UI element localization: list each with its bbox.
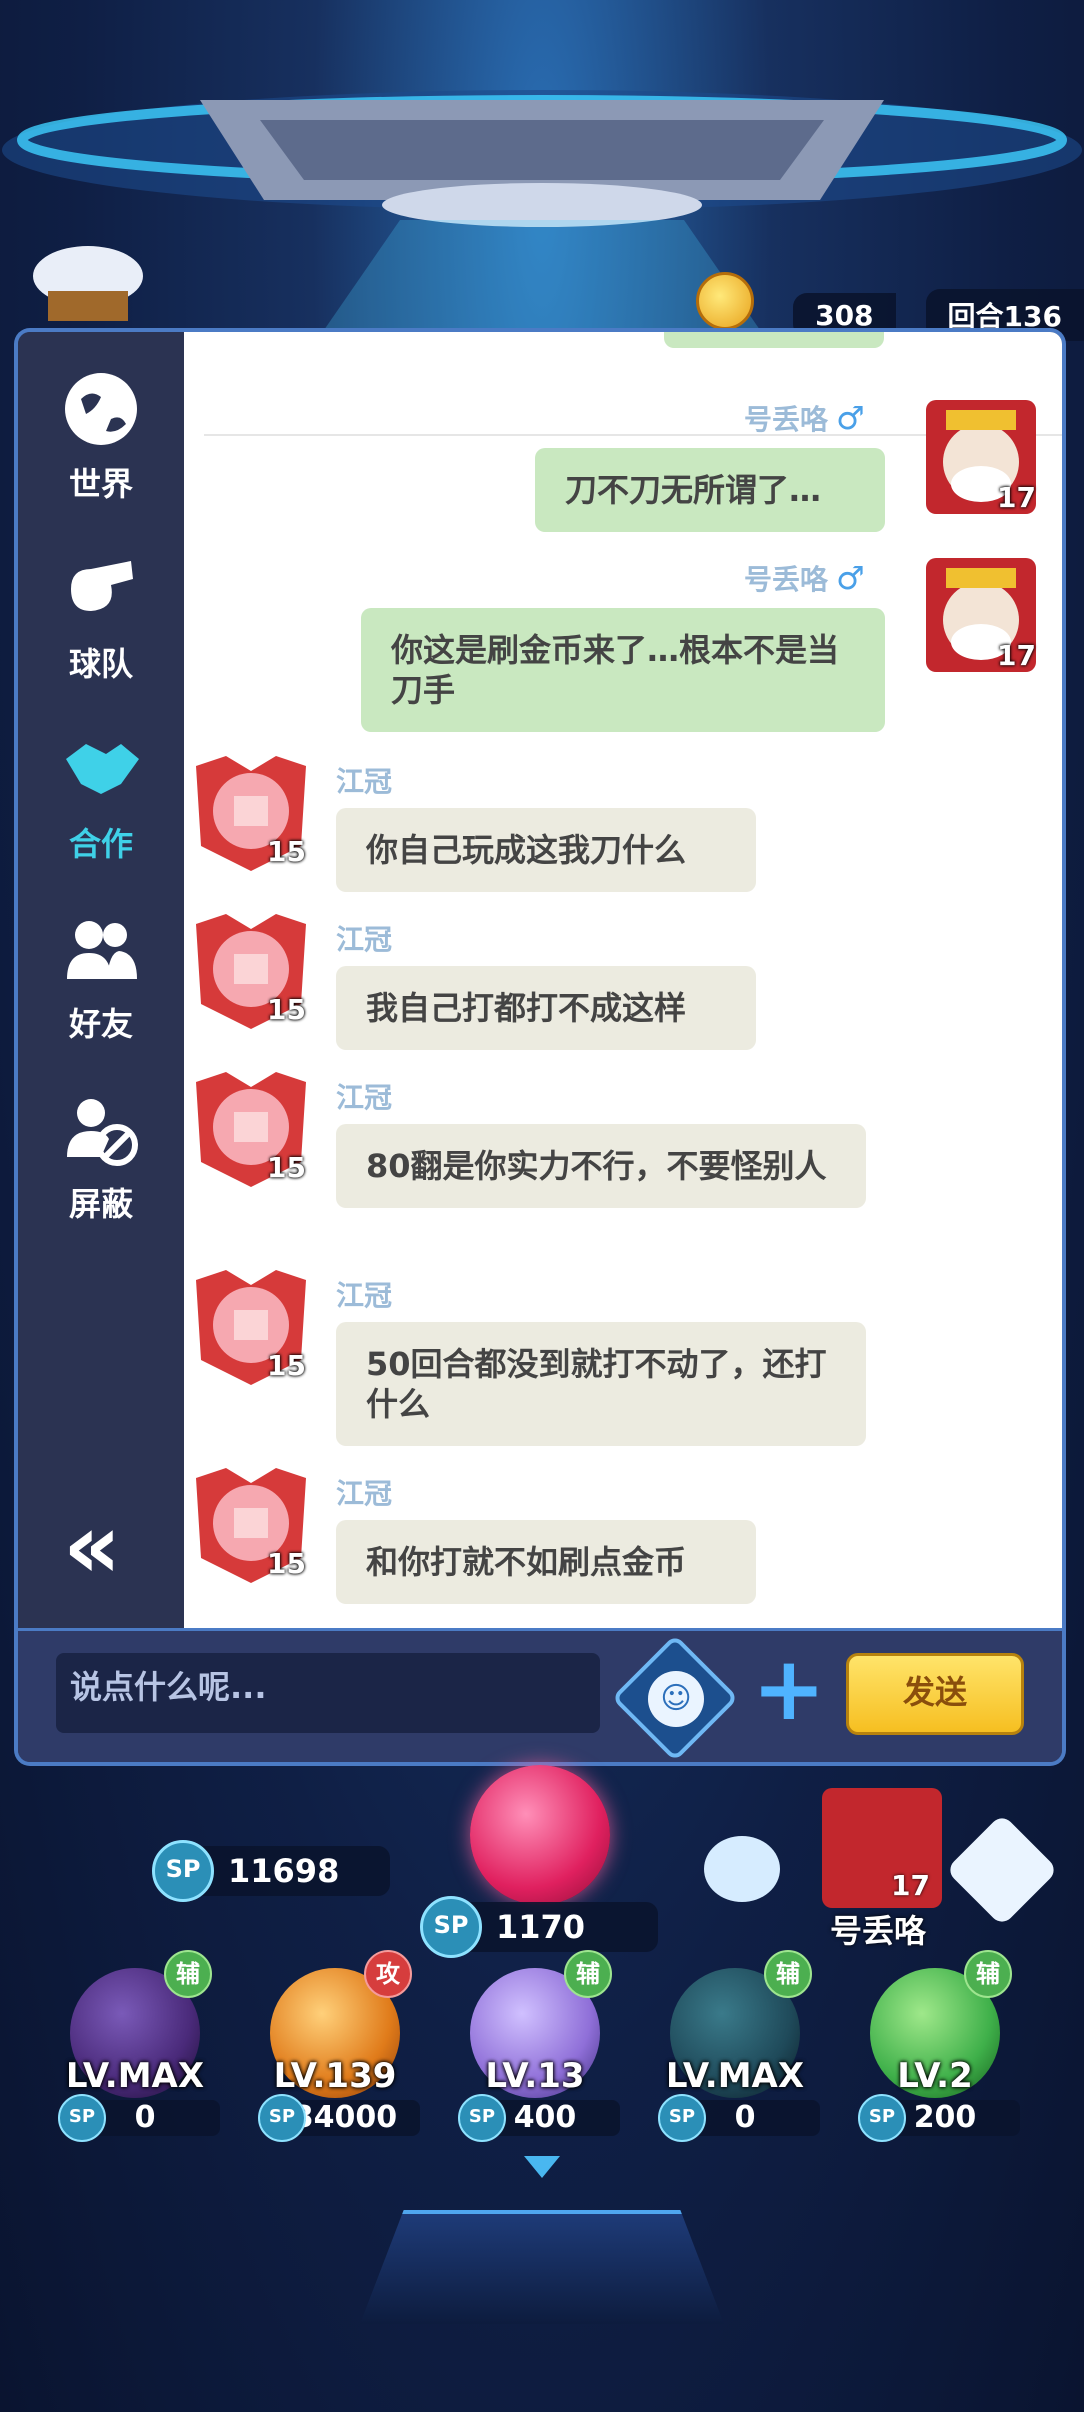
sidebar-item-friends[interactable]: 好友 [18,892,184,1062]
sender-name: 号丢咯 ♂ [744,399,865,437]
message-bubble: 和你打就不如刷点金币 [336,1520,756,1604]
sender-name: 江冠 [336,765,393,798]
friends-icon [67,921,137,979]
avatar-level: 15 [267,1547,306,1580]
hero-level: LV.13 [485,2056,585,2096]
hero-slot[interactable]: 辅 LV.13 SP 400 [450,1950,620,2150]
player-level: 17 [891,1869,930,1902]
hero-level: LV.2 [897,2056,973,2096]
avatar[interactable]: 15 [186,904,316,1034]
spaceship-decoration [2,90,1082,330]
sp-center-value: 1170 [496,1908,586,1946]
chat-sidebar: 世界 球队 合作 好友 屏蔽 « [18,332,184,1628]
message-bubble: 50回合都没到就打不动了，还打什么 [336,1322,866,1446]
sidebar-item-label: 世界 [68,465,133,503]
sidebar-item-team[interactable]: 球队 [18,532,184,702]
collapse-button[interactable]: « [63,1502,121,1592]
hero-level: LV.MAX [665,2056,805,2096]
sender-name: 江冠 [336,1477,393,1510]
sp-center: SP 1170 [420,1896,658,1958]
sidebar-item-world[interactable]: 世界 [18,352,184,522]
avatar-level: 17 [997,481,1036,514]
male-icon: ♂ [836,399,865,437]
hero-sp: SP 0 [58,2094,220,2142]
plus-icon[interactable]: + [752,1645,826,1733]
avatar[interactable]: 15 [186,746,316,876]
hero-tag: 辅 [964,1950,1012,1998]
avatar-level: 17 [997,639,1036,672]
sp-total: SP 11698 [152,1840,390,1902]
sidebar-item-block[interactable]: 屏蔽 [18,1072,184,1242]
hero-slot[interactable]: 辅 LV.2 SP 200 [850,1950,1020,2150]
block-user-icon [67,1099,138,1166]
hero-slot[interactable]: 攻 LV.139 SP 34000 [250,1950,420,2150]
hero-slot[interactable]: 辅 LV.MAX SP 0 [50,1950,220,2150]
hero-tag: 攻 [364,1950,412,1998]
more-options-icon[interactable] [945,1813,1059,1927]
avatar[interactable]: 15 [186,1062,316,1192]
chat-input-bar: 说点什么呢... ☺ + 发送 [18,1628,1062,1762]
avatar-level: 15 [267,1151,306,1184]
avatar[interactable]: 15 [186,1260,316,1390]
sp-icon: SP [152,1840,214,1902]
send-button[interactable]: 发送 [846,1653,1024,1735]
platform-decoration [360,2210,724,2324]
hero-slot[interactable]: 辅 LV.MAX SP 0 [650,1950,820,2150]
sidebar-item-label: 合作 [68,825,133,863]
chevron-down-icon[interactable] [524,2156,560,2178]
coin-icon [696,272,754,330]
hero-list: 辅 LV.MAX SP 0 攻 LV.139 SP 34000 辅 LV.13 SP… [50,1950,1040,2150]
avatar-level: 15 [267,1349,306,1382]
hero-tag: 辅 [764,1950,812,1998]
chat-input[interactable]: 说点什么呢... [56,1653,600,1733]
message-bubble: 刀不刀无所谓了… [535,448,885,532]
sp-icon: SP [420,1896,482,1958]
cloud-icon[interactable] [28,236,148,326]
avatar[interactable]: 17 [916,550,1046,680]
male-icon: ♂ [836,559,865,597]
chat-messages: 号丢咯 ♂ 17 刀不刀无所谓了… 号丢咯 ♂ 17 你这是刷金币来了…根本不是当刀… [184,332,1062,1628]
message-bubble: 你这是刷金币来了…根本不是当刀手 [361,608,885,732]
sidebar-item-cooperate[interactable]: 合作 [18,712,184,882]
partial-bubble [664,332,884,348]
hero-sp: SP 200 [858,2094,1020,2142]
message-bubble: 80翻是你实力不行，不要怪别人 [336,1124,866,1208]
hero-tag: 辅 [564,1950,612,1998]
avatar-level: 15 [267,835,306,868]
avatar[interactable]: 17 [916,392,1046,522]
hero-sp: SP 34000 [258,2094,420,2142]
avatar[interactable]: 15 [186,1458,316,1588]
main-orb[interactable] [470,1765,610,1905]
avatar-level: 15 [267,993,306,1026]
globe-icon [65,373,137,445]
whistle-icon [71,561,133,611]
coin-count: 308 [793,292,896,338]
sp-total-value: 11698 [228,1852,340,1890]
sender-name: 号丢咯 ♂ [744,559,865,597]
handshake-icon [66,744,139,794]
sidebar-item-label: 好友 [68,1005,133,1043]
hero-sp: SP 0 [658,2094,820,2142]
sender-name: 江冠 [336,1279,393,1312]
player-name: 号丢咯 [830,1912,927,1950]
player-avatar[interactable]: 17 [822,1788,942,1908]
message-bubble: 你自己玩成这我刀什么 [336,808,756,892]
hero-level: LV.MAX [65,2056,205,2096]
sender-name: 江冠 [336,923,393,956]
sender-name: 江冠 [336,1081,393,1114]
chat-bubble-icon[interactable] [704,1836,780,1902]
hero-level: LV.139 [273,2056,397,2096]
smiley-icon: ☺ [648,1671,704,1727]
sidebar-item-label: 屏蔽 [68,1185,133,1223]
message-bubble: 我自己打都打不成这样 [336,966,756,1050]
hero-tag: 辅 [164,1950,212,1998]
sidebar-item-label: 球队 [68,645,133,683]
chat-panel: 世界 球队 合作 好友 屏蔽 « 号丢咯 ♂ 17 刀不刀无所谓了… 号丢咯 ♂… [18,332,1062,1762]
hero-sp: SP 400 [458,2094,620,2142]
